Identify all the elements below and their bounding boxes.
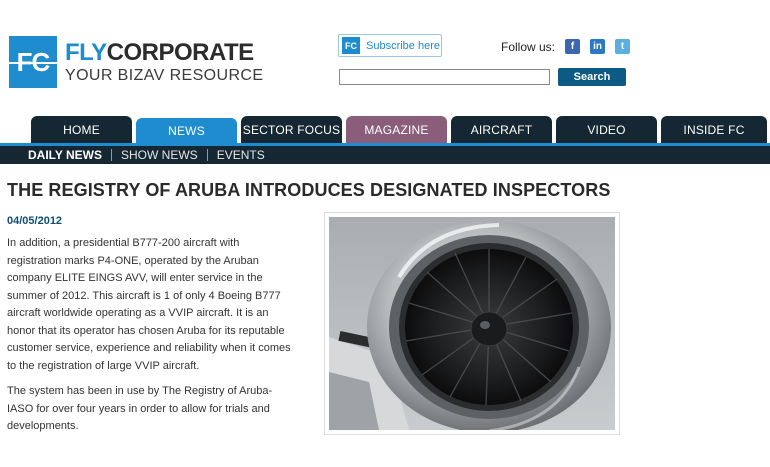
search-button[interactable]: Search [558, 68, 626, 86]
logo-tagline: YOUR BIZAV RESOURCE [65, 66, 264, 84]
article-date: 04/05/2012 [7, 215, 63, 227]
jet-engine-image [329, 217, 615, 430]
article-photo [324, 212, 620, 435]
tab-aircraft[interactable]: AIRCRAFT [451, 116, 552, 143]
tab-video[interactable]: VIDEO [556, 116, 657, 143]
twitter-icon[interactable]: t [615, 39, 631, 54]
follow-us: Follow us: f in t [501, 39, 640, 54]
sub-nav: DAILY NEWS SHOW NEWS EVENTS [0, 146, 770, 164]
logo-wordmark: FLYCORPORATE YOUR BIZAV RESOURCE [65, 38, 264, 84]
article-headline: THE REGISTRY OF ARUBA INTRODUCES DESIGNA… [7, 180, 611, 200]
linkedin-icon[interactable]: in [590, 39, 606, 54]
subnav-show-news[interactable]: SHOW NEWS [121, 148, 198, 162]
article-paragraph: In addition, a presidential B777-200 air… [7, 237, 291, 372]
logo-fly: FLY [65, 38, 107, 66]
subnav-daily-news[interactable]: DAILY NEWS [28, 148, 102, 162]
logo-title: FLYCORPORATE [65, 38, 263, 66]
tab-sector-focus[interactable]: SECTOR FOCUS [241, 116, 342, 143]
logo-corporate: CORPORATE [106, 38, 255, 66]
site-logo[interactable]: FC FLYCORPORATE YOUR BIZAV RESOURCE [9, 36, 263, 88]
facebook-icon[interactable]: f [565, 39, 581, 54]
fc-icon: FC [342, 37, 360, 54]
logo-mark: FC [9, 36, 57, 88]
main-nav: HOME NEWS SECTOR FOCUS MAGAZINE AIRCRAFT… [0, 116, 770, 143]
subnav-separator [206, 149, 208, 161]
follow-label: Follow us: [501, 39, 556, 54]
subscribe-button[interactable]: FC Subscribe here [338, 34, 442, 57]
tab-inside-fc[interactable]: INSIDE FC [661, 116, 767, 143]
tab-home[interactable]: HOME [31, 116, 132, 143]
article-paragraph: The system has been in use by The Regist… [7, 385, 273, 432]
search-input[interactable] [339, 69, 550, 85]
subnav-separator [111, 149, 113, 161]
subnav-events[interactable]: EVENTS [217, 148, 265, 162]
tab-magazine[interactable]: MAGAZINE [346, 116, 447, 143]
tab-news[interactable]: NEWS [136, 118, 237, 143]
subscribe-label: Subscribe here [366, 39, 440, 52]
jet-engine-illustration [329, 217, 615, 430]
